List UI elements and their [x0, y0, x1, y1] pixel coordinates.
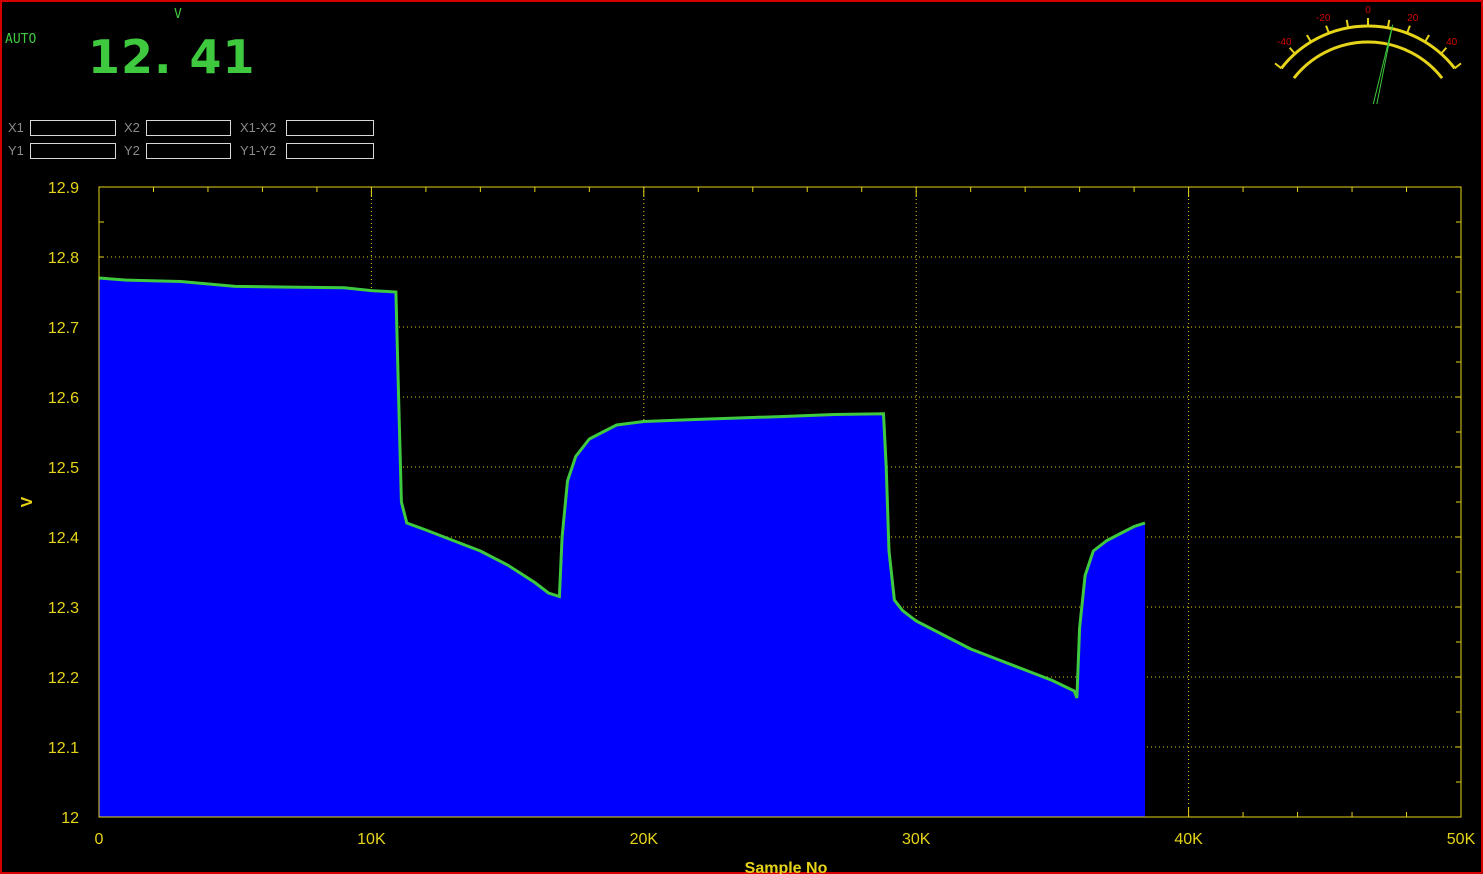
cursor-x-diff: X1-X2 [240, 118, 380, 138]
y-tick-label: 12.7 [48, 320, 79, 337]
meter-scale-label: 40 [1446, 37, 1458, 48]
cursor-x2-label: X2 [124, 120, 140, 135]
cursor-x-diff-label: X1-X2 [240, 120, 277, 135]
cursor-y-diff: Y1-Y2 [240, 141, 380, 161]
cursor-x-diff-field[interactable] [286, 120, 374, 136]
analog-meter: -40 -20 0 20 40 [1274, 5, 1462, 104]
voltage-area-fill [99, 278, 1146, 817]
y-tick-label: 12.6 [48, 390, 79, 407]
y-axis-title: V [19, 496, 36, 507]
meter-arc-inner [1292, 40, 1444, 80]
cursor-y-diff-label: Y1-Y2 [240, 143, 277, 158]
x-axis-tick-labels: 0 10K 20K 30K 40K 50K [95, 831, 1476, 848]
cursor-y2: Y2 [124, 141, 234, 161]
x-tick-label: 0 [95, 831, 104, 848]
range-mode-label: AUTO [5, 32, 37, 47]
x-tick-label: 50K [1447, 831, 1476, 848]
cursor-x1: X1 [8, 118, 118, 138]
y-axis-tick-labels: 12 12.1 12.2 12.3 12.4 12.5 12.6 12.7 12.8 12.9 [48, 180, 79, 827]
cursor-x2: X2 [124, 118, 234, 138]
cursor-y2-label: Y2 [124, 143, 140, 158]
meter-needle [1372, 24, 1394, 104]
unit-label: V [174, 7, 182, 22]
meter-scale-label: -40 [1277, 37, 1292, 48]
meter-arc-outer [1280, 24, 1456, 70]
cursor-y1-field[interactable] [30, 143, 116, 159]
cursor-y1: Y1 [8, 141, 118, 161]
y-tick-label: 12.1 [48, 740, 79, 757]
voltage-readout: 12. 41 [88, 30, 256, 84]
meter-scale-label: -20 [1316, 13, 1331, 24]
cursor-x2-field[interactable] [146, 120, 231, 136]
cursor-x1-label: X1 [8, 120, 24, 135]
cursor-y-diff-field[interactable] [286, 143, 374, 159]
y-tick-label: 12.3 [48, 600, 79, 617]
x-tick-label: 40K [1174, 831, 1203, 848]
x-axis-title: Sample No [745, 860, 828, 874]
meter-scale-label: 20 [1407, 13, 1419, 24]
meter-scale-label: 0 [1365, 5, 1371, 16]
x-tick-label: 20K [630, 831, 659, 848]
x-tick-label: 10K [357, 831, 386, 848]
y-tick-label: 12.5 [48, 460, 79, 477]
voltage-chart: 12 12.1 12.2 12.3 12.4 12.5 12.6 12.7 12.8 12.9 0… [19, 180, 1476, 874]
y-tick-label: 12.2 [48, 670, 79, 687]
y-tick-label: 12.9 [48, 180, 79, 197]
cursor-y1-label: Y1 [8, 143, 24, 158]
y-tick-label: 12.4 [48, 530, 79, 547]
y-tick-label: 12 [61, 810, 79, 827]
cursor-x1-field[interactable] [30, 120, 116, 136]
x-tick-label: 30K [902, 831, 931, 848]
y-tick-label: 12.8 [48, 250, 79, 267]
cursor-y2-field[interactable] [146, 143, 231, 159]
